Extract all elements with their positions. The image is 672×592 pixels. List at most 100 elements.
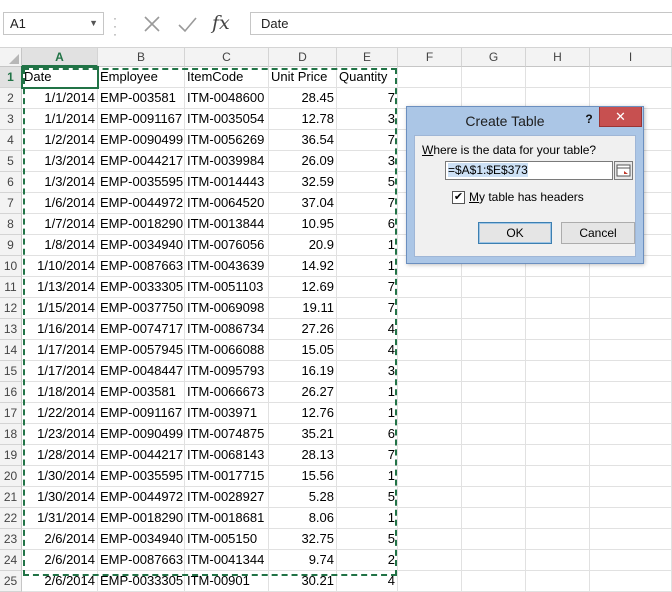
grid-cell[interactable]: EMP-0090499	[98, 424, 185, 445]
range-input[interactable]: =$A$1:$E$373	[445, 161, 613, 180]
grid-cell[interactable]: 15.05	[269, 340, 337, 361]
grid-cell[interactable]	[398, 382, 462, 403]
header-cell[interactable]: Employee	[98, 67, 185, 88]
grid-cell[interactable]	[526, 403, 590, 424]
grid-cell[interactable]	[462, 487, 526, 508]
row-header[interactable]: 3	[0, 109, 22, 130]
grid-cell[interactable]	[526, 508, 590, 529]
grid-cell[interactable]: ITM-0076056	[185, 235, 269, 256]
grid-cell[interactable]: 1/16/2014	[22, 319, 98, 340]
grid-cell[interactable]	[398, 424, 462, 445]
grid-cell[interactable]: 1/3/2014	[22, 172, 98, 193]
grid-cell[interactable]: 1/7/2014	[22, 214, 98, 235]
grid-cell[interactable]: ITM-0066088	[185, 340, 269, 361]
grid-cell[interactable]: 1	[337, 466, 398, 487]
grid-cell[interactable]: 1/28/2014	[22, 445, 98, 466]
cancel-entry-icon[interactable]	[140, 12, 164, 36]
grid-cell[interactable]	[398, 319, 462, 340]
grid-cell[interactable]: EMP-0033305	[98, 277, 185, 298]
grid-cell[interactable]	[590, 529, 672, 550]
grid-cell[interactable]: ITM-0051103	[185, 277, 269, 298]
grid-cell[interactable]	[526, 361, 590, 382]
grid-cell[interactable]: 28.13	[269, 445, 337, 466]
header-cell[interactable]: Quantity	[337, 67, 398, 88]
grid-cell[interactable]	[462, 403, 526, 424]
grid-cell[interactable]	[590, 571, 672, 592]
row-header[interactable]: 10	[0, 256, 22, 277]
grid-cell[interactable]: EMP-0091167	[98, 403, 185, 424]
grid-cell[interactable]	[462, 361, 526, 382]
close-button[interactable]: ✕	[599, 107, 642, 127]
grid-cell[interactable]: 37.04	[269, 193, 337, 214]
grid-cell[interactable]: EMP-0035595	[98, 466, 185, 487]
grid-cell[interactable]: ITM-003971	[185, 403, 269, 424]
column-header-i[interactable]: I	[590, 48, 672, 67]
row-header[interactable]: 25	[0, 571, 22, 592]
grid-cell[interactable]: ITM-0028927	[185, 487, 269, 508]
row-header[interactable]: 21	[0, 487, 22, 508]
grid-cell[interactable]: 4	[337, 319, 398, 340]
grid-cell[interactable]: 1/17/2014	[22, 361, 98, 382]
grid-cell[interactable]	[398, 361, 462, 382]
grid-cell[interactable]: 6	[337, 214, 398, 235]
grid-cell[interactable]: 3	[337, 151, 398, 172]
grid-cell[interactable]: ITM-0068143	[185, 445, 269, 466]
grid-cell[interactable]	[526, 445, 590, 466]
grid-cell[interactable]: ITM-0043639	[185, 256, 269, 277]
grid-cell[interactable]: 7	[337, 277, 398, 298]
help-button[interactable]: ?	[581, 110, 597, 128]
grid-cell[interactable]	[462, 340, 526, 361]
grid-cell[interactable]: 7	[337, 193, 398, 214]
row-header[interactable]: 9	[0, 235, 22, 256]
grid-cell[interactable]	[462, 508, 526, 529]
grid-cell[interactable]: 3	[337, 361, 398, 382]
grid-cell[interactable]: EMP-003581	[98, 88, 185, 109]
grid-cell[interactable]: 19.11	[269, 298, 337, 319]
grid-cell[interactable]: 1/30/2014	[22, 487, 98, 508]
grid-cell[interactable]: 28.45	[269, 88, 337, 109]
grid-cell[interactable]	[398, 508, 462, 529]
grid-cell[interactable]: EMP-0087663	[98, 550, 185, 571]
headers-checkbox[interactable]: ✔	[452, 191, 465, 204]
grid-cell[interactable]: ITM-0066673	[185, 382, 269, 403]
grid-cell[interactable]: 7	[337, 445, 398, 466]
grid-cell[interactable]	[590, 361, 672, 382]
grid-cell[interactable]	[398, 340, 462, 361]
row-header[interactable]: 5	[0, 151, 22, 172]
grid-cell[interactable]: 1	[337, 403, 398, 424]
grid-cell[interactable]: 1/15/2014	[22, 298, 98, 319]
row-header[interactable]: 4	[0, 130, 22, 151]
grid-cell[interactable]: ITM-0056269	[185, 130, 269, 151]
grid-cell[interactable]	[590, 445, 672, 466]
grid-cell[interactable]: 4	[337, 571, 398, 592]
row-header[interactable]: 19	[0, 445, 22, 466]
row-header[interactable]: 6	[0, 172, 22, 193]
grid-cell[interactable]: ITM-0041344	[185, 550, 269, 571]
grid-cell[interactable]	[526, 529, 590, 550]
grid-cell[interactable]: ITM-0064520	[185, 193, 269, 214]
insert-function-icon[interactable]: fx	[212, 12, 236, 36]
grid-cell[interactable]	[590, 403, 672, 424]
grid-cell[interactable]	[462, 424, 526, 445]
column-header-g[interactable]: G	[462, 48, 526, 67]
column-header-h[interactable]: H	[526, 48, 590, 67]
grid-cell[interactable]: EMP-0018290	[98, 508, 185, 529]
grid-cell[interactable]: 1	[337, 508, 398, 529]
grid-cell[interactable]: ITM-0039984	[185, 151, 269, 172]
grid-cell[interactable]: EMP-0035595	[98, 172, 185, 193]
grid-cell[interactable]: 4	[337, 340, 398, 361]
row-header[interactable]: 1	[0, 67, 22, 88]
grid-cell[interactable]: ITM-0095793	[185, 361, 269, 382]
grid-cell[interactable]: ITM-0086734	[185, 319, 269, 340]
grid-cell[interactable]: EMP-003581	[98, 382, 185, 403]
chevron-down-icon[interactable]: ▼	[89, 13, 98, 34]
column-header-c[interactable]: C	[185, 48, 269, 67]
grid-cell[interactable]: 1/8/2014	[22, 235, 98, 256]
grid-cell[interactable]	[526, 382, 590, 403]
grid-cell[interactable]: 5.28	[269, 487, 337, 508]
row-header[interactable]: 7	[0, 193, 22, 214]
grid-cell[interactable]: EMP-0018290	[98, 214, 185, 235]
grid-cell[interactable]: 3	[337, 109, 398, 130]
grid-cell[interactable]: 1/3/2014	[22, 151, 98, 172]
grid-cell[interactable]: EMP-0034940	[98, 235, 185, 256]
